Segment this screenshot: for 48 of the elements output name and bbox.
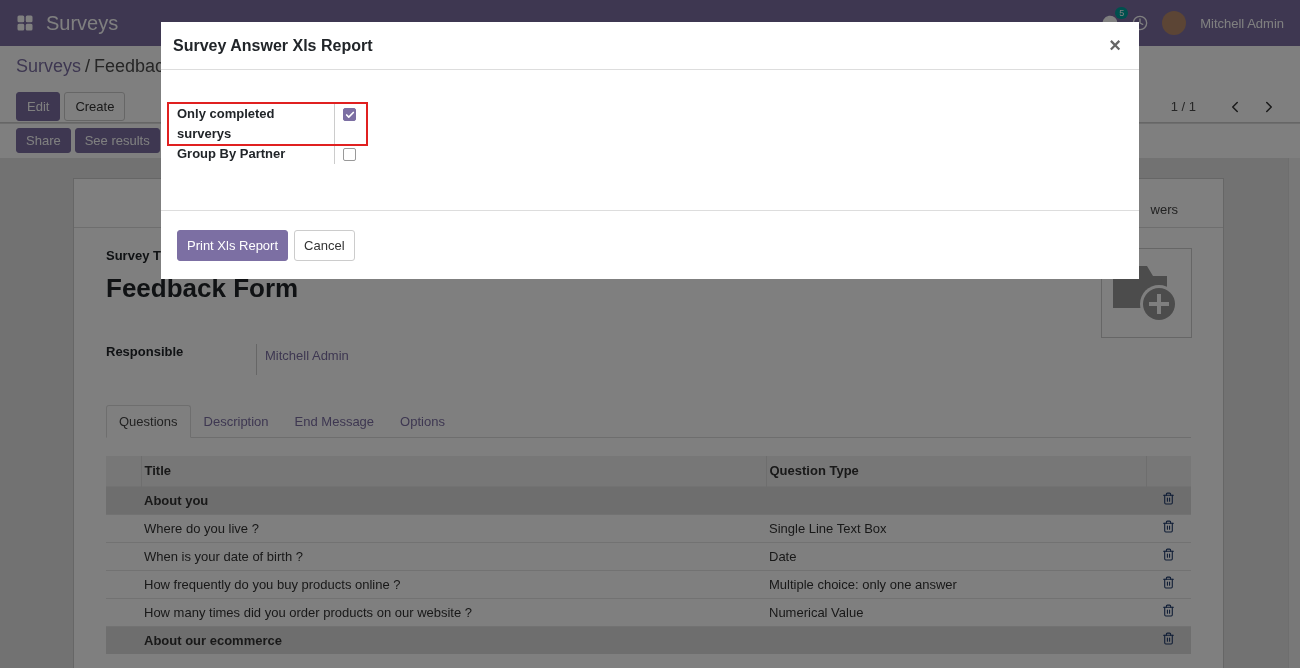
tab[interactable]: End Message <box>281 405 388 438</box>
field-label: Responsible <box>106 344 184 359</box>
print-button[interactable]: Print Xls Report <box>177 229 289 261</box>
create-button[interactable]: Create <box>64 92 126 121</box>
pager-value: 1 / 1 <box>1170 99 1196 114</box>
see-results-button[interactable]: See results <box>74 128 160 153</box>
field-label: Survey T <box>106 248 161 263</box>
breadcrumb-separator: / <box>85 56 91 78</box>
tab[interactable]: Options <box>387 405 458 438</box>
question-title: Where do you live ? <box>141 514 766 542</box>
delete-icon[interactable] <box>1162 492 1175 505</box>
checkbox[interactable] <box>343 108 356 121</box>
column-header[interactable]: Title <box>141 456 766 486</box>
notification-badge: 5 <box>1115 7 1129 19</box>
app-name: Surveys <box>46 11 119 35</box>
share-button[interactable]: Share <box>16 128 71 153</box>
breadcrumb-current: Feedbac <box>94 56 165 78</box>
delete-icon[interactable] <box>1162 520 1175 533</box>
cancel-button[interactable]: Cancel <box>294 229 355 261</box>
question-type: Single Line Text Box <box>769 520 887 536</box>
question-title: When is your date of birth ? <box>141 542 766 570</box>
question-type: Date <box>769 548 797 564</box>
breadcrumb-link[interactable]: Surveys <box>16 56 82 82</box>
survey-title: Feedback Form <box>106 273 299 304</box>
question-type: Multiple choice: only one answer <box>769 576 957 592</box>
edit-button[interactable]: Edit <box>16 92 61 121</box>
delete-icon[interactable] <box>1162 576 1175 589</box>
close-button[interactable]: × <box>1103 33 1127 58</box>
delete-icon[interactable] <box>1162 604 1175 617</box>
checkbox[interactable] <box>343 148 356 161</box>
user-name[interactable]: Mitchell Admin <box>1200 15 1284 31</box>
column-header[interactable]: Question Type <box>766 456 1146 486</box>
tab[interactable]: Questions <box>106 405 191 438</box>
question-title: How frequently do you buy products online ? <box>141 570 766 598</box>
clock-icon[interactable] <box>1132 15 1149 31</box>
apps-menu-icon[interactable] <box>16 14 34 32</box>
stat-button[interactable]: wers <box>1150 202 1178 217</box>
dialog-title: Survey Answer Xls Report <box>173 36 373 55</box>
section-title: About you <box>141 486 766 514</box>
delete-icon[interactable] <box>1162 632 1175 646</box>
section-title: About our ecommerce <box>141 626 766 654</box>
field-label: Group By Partner <box>177 144 335 164</box>
field-label: Only completed surverys <box>177 104 335 144</box>
responsible-link[interactable]: Mitchell Admin <box>256 344 1191 375</box>
tab[interactable]: Description <box>190 405 282 438</box>
question-type: Numerical Value <box>769 604 864 620</box>
question-title: How many times did you order products on our website ? <box>141 598 766 626</box>
delete-icon[interactable] <box>1162 548 1175 561</box>
